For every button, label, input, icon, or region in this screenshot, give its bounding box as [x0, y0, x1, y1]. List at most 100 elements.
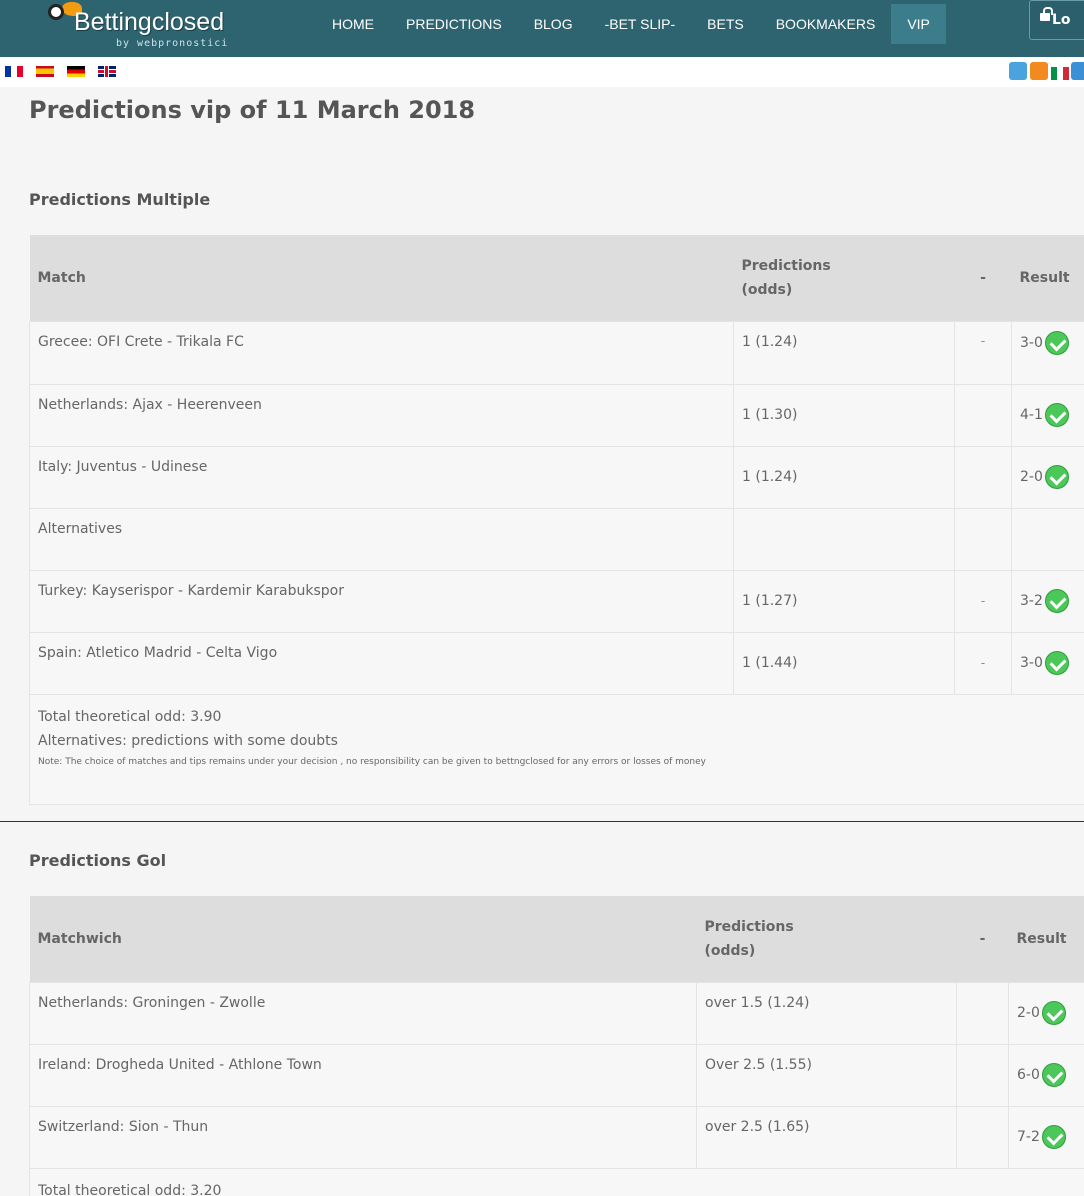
multiple-table: Match Predictions (odds) - Result Grecee:… — [29, 235, 1084, 805]
check-icon — [1044, 589, 1069, 613]
col-predictions: Predictions (odds) — [696, 896, 957, 982]
brand-tagline: by webpronostici — [116, 38, 229, 49]
prediction-cell: over 2.5 (1.65) — [696, 1105, 957, 1169]
prediction-cell: 1 (1.30) — [733, 383, 955, 447]
main-nav: HOME PREDICTIONS BLOG -BET SLIP- BETS BO… — [316, 4, 946, 44]
check-icon — [1044, 465, 1069, 489]
alternatives-note: Alternatives: predictions with some doub… — [38, 732, 338, 749]
col-result: Result — [1008, 896, 1084, 982]
prediction-cell: over 1.5 (1.24) — [696, 981, 957, 1045]
language-bar — [0, 57, 1084, 87]
summary-row: Total theoretical odd: 3.90 Alternatives… — [29, 693, 1084, 805]
total-odd: Total theoretical odd: 3.90 — [38, 708, 222, 725]
check-icon — [1041, 1063, 1066, 1087]
table-row: Netherlands: Ajax - Heerenveen 1 (1.30) … — [29, 383, 1084, 447]
dash-cell: - — [954, 569, 1012, 633]
summary-cell: Total theoretical odd: 3.20 — [29, 1167, 1084, 1196]
login-label: Lo — [1052, 12, 1071, 28]
nav-vip[interactable]: VIP — [891, 4, 946, 44]
result-cell: 4-1 — [1011, 383, 1084, 447]
check-icon — [1044, 403, 1069, 427]
page-title: Predictions vip of 11 March 2018 — [29, 96, 476, 124]
result-cell: 3-0 — [1011, 631, 1084, 695]
site-logo[interactable]: Bettingclosed by webpronostici — [46, 2, 236, 52]
twitter-icon[interactable] — [1009, 62, 1027, 80]
check-icon — [1041, 1001, 1066, 1025]
check-icon — [1041, 1125, 1066, 1149]
total-odd: Total theoretical odd: 3.20 — [38, 1182, 222, 1196]
dash-cell — [956, 981, 1009, 1045]
table-row: Switzerland: Sion - Thun over 2.5 (1.65)… — [29, 1105, 1084, 1169]
match-cell: Netherlands: Groningen - Zwolle — [29, 981, 697, 1045]
it-flag-icon[interactable] — [1051, 67, 1069, 80]
table-row: Ireland: Drogheda United - Athlone Town … — [29, 1043, 1084, 1107]
match-cell: Ireland: Drogheda United - Athlone Town — [29, 1043, 697, 1107]
alternatives-label: Alternatives — [29, 507, 734, 571]
col-dash: - — [956, 896, 1009, 982]
col-dash: - — [954, 235, 1012, 321]
col-result: Result — [1011, 235, 1084, 321]
table-row: Netherlands: Groningen - Zwolle over 1.5… — [29, 981, 1084, 1045]
gol-table: Matchwich Predictions (odds) - Result Net… — [29, 896, 1084, 1196]
top-navbar: Bettingclosed by webpronostici HOME PRED… — [0, 0, 1084, 57]
result-cell — [1011, 507, 1084, 571]
result-cell: 3-0 — [1011, 320, 1084, 385]
col-match: Match — [29, 235, 734, 321]
result-cell: 6-0 — [1008, 1043, 1084, 1107]
dash-cell — [956, 1105, 1009, 1169]
section-title-multiple: Predictions Multiple — [29, 190, 211, 209]
disclaimer-note: Note: The choice of matches and tips rem… — [38, 756, 706, 767]
table-header-row: Match Predictions (odds) - Result — [29, 235, 1084, 321]
section-title-gol: Predictions Gol — [29, 851, 167, 870]
col-predictions: Predictions (odds) — [733, 235, 955, 321]
prediction-cell: 1 (1.24) — [733, 320, 955, 385]
nav-blog[interactable]: BLOG — [518, 4, 589, 44]
table-row: Spain: Atletico Madrid - Celta Vigo 1 (1… — [29, 631, 1084, 695]
alternatives-row: Alternatives — [29, 507, 1084, 571]
match-cell: Turkey: Kayserispor - Kardemir Karabuksp… — [29, 569, 734, 633]
gb-flag-icon[interactable] — [98, 66, 116, 77]
nav-bet-slip[interactable]: -BET SLIP- — [589, 4, 692, 44]
result-cell: 3-2 — [1011, 569, 1084, 633]
summary-row: Total theoretical odd: 3.20 — [29, 1167, 1084, 1196]
lock-icon — [1040, 7, 1053, 21]
brand-name: Bettingclosed — [74, 8, 225, 36]
fr-flag-icon[interactable] — [5, 66, 23, 77]
dash-cell: - — [954, 320, 1012, 385]
table-row: Italy: Juventus - Udinese 1 (1.24) 2-0 — [29, 445, 1084, 509]
es-flag-icon[interactable] — [36, 66, 54, 77]
result-cell: 2-0 — [1008, 981, 1084, 1045]
nav-bookmakers[interactable]: BOOKMAKERS — [760, 4, 892, 44]
match-cell: Spain: Atletico Madrid - Celta Vigo — [29, 631, 734, 695]
prediction-cell: 1 (1.24) — [733, 445, 955, 509]
nav-predictions[interactable]: PREDICTIONS — [390, 4, 518, 44]
match-cell: Italy: Juventus - Udinese — [29, 445, 734, 509]
twitter-icon[interactable] — [1071, 62, 1084, 80]
check-icon — [1044, 330, 1069, 355]
prediction-cell — [733, 507, 955, 571]
nav-bets[interactable]: BETS — [691, 4, 760, 44]
match-cell: Netherlands: Ajax - Heerenveen — [29, 383, 734, 447]
dash-cell — [954, 445, 1012, 509]
match-cell: Switzerland: Sion - Thun — [29, 1105, 697, 1169]
prediction-cell: 1 (1.44) — [733, 631, 955, 695]
check-icon — [1044, 651, 1069, 675]
dash-cell — [956, 1043, 1009, 1107]
rss-icon[interactable] — [1030, 62, 1048, 80]
dash-cell — [954, 383, 1012, 447]
match-cell: Grecee: OFI Crete - Trikala FC — [29, 320, 734, 385]
soccer-ball-icon — [48, 4, 64, 20]
prediction-cell: 1 (1.27) — [733, 569, 955, 633]
prediction-cell: Over 2.5 (1.55) — [696, 1043, 957, 1107]
login-button[interactable]: Lo — [1029, 0, 1084, 40]
section-divider — [0, 821, 1084, 822]
de-flag-icon[interactable] — [67, 66, 85, 77]
dash-cell: - — [954, 631, 1012, 695]
col-match: Matchwich — [29, 896, 697, 982]
result-cell: 2-0 — [1011, 445, 1084, 509]
summary-cell: Total theoretical odd: 3.90 Alternatives… — [29, 693, 1084, 805]
dash-cell — [954, 507, 1012, 571]
result-cell: 7-2 — [1008, 1105, 1084, 1169]
table-header-row: Matchwich Predictions (odds) - Result — [29, 896, 1084, 982]
nav-home[interactable]: HOME — [316, 4, 390, 44]
